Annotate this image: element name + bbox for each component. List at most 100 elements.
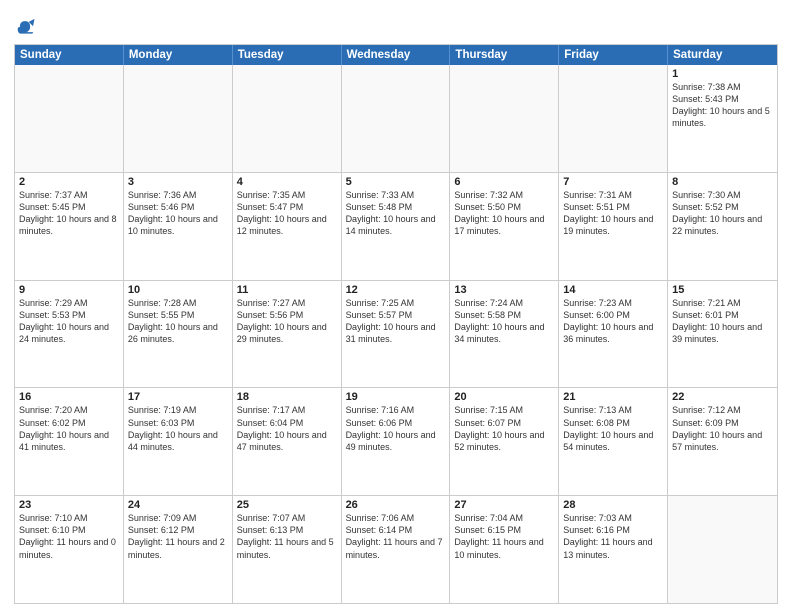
day-info: Sunrise: 7:15 AM Sunset: 6:07 PM Dayligh… xyxy=(454,404,554,453)
day-info: Sunrise: 7:17 AM Sunset: 6:04 PM Dayligh… xyxy=(237,404,337,453)
day-info: Sunrise: 7:03 AM Sunset: 6:16 PM Dayligh… xyxy=(563,512,663,561)
calendar-cell: 27Sunrise: 7:04 AM Sunset: 6:15 PM Dayli… xyxy=(450,496,559,603)
calendar-cell: 20Sunrise: 7:15 AM Sunset: 6:07 PM Dayli… xyxy=(450,388,559,495)
day-number: 23 xyxy=(19,499,119,511)
day-number: 7 xyxy=(563,176,663,188)
calendar-row: 2Sunrise: 7:37 AM Sunset: 5:45 PM Daylig… xyxy=(15,172,777,280)
calendar: SundayMondayTuesdayWednesdayThursdayFrid… xyxy=(14,44,778,604)
calendar-cell xyxy=(559,65,668,172)
calendar-row: 16Sunrise: 7:20 AM Sunset: 6:02 PM Dayli… xyxy=(15,387,777,495)
calendar-cell: 1Sunrise: 7:38 AM Sunset: 5:43 PM Daylig… xyxy=(668,65,777,172)
calendar-cell: 3Sunrise: 7:36 AM Sunset: 5:46 PM Daylig… xyxy=(124,173,233,280)
day-number: 5 xyxy=(346,176,446,188)
calendar-cell: 6Sunrise: 7:32 AM Sunset: 5:50 PM Daylig… xyxy=(450,173,559,280)
day-info: Sunrise: 7:06 AM Sunset: 6:14 PM Dayligh… xyxy=(346,512,446,561)
logo-icon xyxy=(14,16,36,38)
calendar-cell xyxy=(15,65,124,172)
calendar-cell: 21Sunrise: 7:13 AM Sunset: 6:08 PM Dayli… xyxy=(559,388,668,495)
day-number: 27 xyxy=(454,499,554,511)
calendar-cell: 18Sunrise: 7:17 AM Sunset: 6:04 PM Dayli… xyxy=(233,388,342,495)
calendar-cell: 7Sunrise: 7:31 AM Sunset: 5:51 PM Daylig… xyxy=(559,173,668,280)
weekday-header: Wednesday xyxy=(342,45,451,65)
calendar-cell xyxy=(450,65,559,172)
day-info: Sunrise: 7:12 AM Sunset: 6:09 PM Dayligh… xyxy=(672,404,773,453)
day-number: 21 xyxy=(563,391,663,403)
calendar-cell: 24Sunrise: 7:09 AM Sunset: 6:12 PM Dayli… xyxy=(124,496,233,603)
day-number: 14 xyxy=(563,284,663,296)
day-number: 1 xyxy=(672,68,773,80)
day-number: 12 xyxy=(346,284,446,296)
calendar-cell: 26Sunrise: 7:06 AM Sunset: 6:14 PM Dayli… xyxy=(342,496,451,603)
day-info: Sunrise: 7:21 AM Sunset: 6:01 PM Dayligh… xyxy=(672,297,773,346)
day-info: Sunrise: 7:29 AM Sunset: 5:53 PM Dayligh… xyxy=(19,297,119,346)
day-info: Sunrise: 7:28 AM Sunset: 5:55 PM Dayligh… xyxy=(128,297,228,346)
calendar-header: SundayMondayTuesdayWednesdayThursdayFrid… xyxy=(15,45,777,65)
day-info: Sunrise: 7:24 AM Sunset: 5:58 PM Dayligh… xyxy=(454,297,554,346)
logo xyxy=(14,16,39,38)
day-number: 6 xyxy=(454,176,554,188)
weekday-header: Tuesday xyxy=(233,45,342,65)
day-number: 15 xyxy=(672,284,773,296)
day-number: 13 xyxy=(454,284,554,296)
calendar-cell: 8Sunrise: 7:30 AM Sunset: 5:52 PM Daylig… xyxy=(668,173,777,280)
day-number: 17 xyxy=(128,391,228,403)
calendar-row: 1Sunrise: 7:38 AM Sunset: 5:43 PM Daylig… xyxy=(15,65,777,172)
day-info: Sunrise: 7:32 AM Sunset: 5:50 PM Dayligh… xyxy=(454,189,554,238)
day-number: 25 xyxy=(237,499,337,511)
day-info: Sunrise: 7:16 AM Sunset: 6:06 PM Dayligh… xyxy=(346,404,446,453)
day-info: Sunrise: 7:19 AM Sunset: 6:03 PM Dayligh… xyxy=(128,404,228,453)
weekday-header: Saturday xyxy=(668,45,777,65)
weekday-header: Monday xyxy=(124,45,233,65)
day-info: Sunrise: 7:30 AM Sunset: 5:52 PM Dayligh… xyxy=(672,189,773,238)
weekday-header: Sunday xyxy=(15,45,124,65)
day-info: Sunrise: 7:09 AM Sunset: 6:12 PM Dayligh… xyxy=(128,512,228,561)
calendar-cell: 28Sunrise: 7:03 AM Sunset: 6:16 PM Dayli… xyxy=(559,496,668,603)
day-number: 28 xyxy=(563,499,663,511)
day-info: Sunrise: 7:25 AM Sunset: 5:57 PM Dayligh… xyxy=(346,297,446,346)
day-number: 11 xyxy=(237,284,337,296)
day-info: Sunrise: 7:07 AM Sunset: 6:13 PM Dayligh… xyxy=(237,512,337,561)
day-info: Sunrise: 7:33 AM Sunset: 5:48 PM Dayligh… xyxy=(346,189,446,238)
day-info: Sunrise: 7:13 AM Sunset: 6:08 PM Dayligh… xyxy=(563,404,663,453)
day-info: Sunrise: 7:38 AM Sunset: 5:43 PM Dayligh… xyxy=(672,81,773,130)
calendar-cell: 16Sunrise: 7:20 AM Sunset: 6:02 PM Dayli… xyxy=(15,388,124,495)
calendar-cell xyxy=(342,65,451,172)
day-number: 24 xyxy=(128,499,228,511)
day-info: Sunrise: 7:36 AM Sunset: 5:46 PM Dayligh… xyxy=(128,189,228,238)
calendar-cell: 5Sunrise: 7:33 AM Sunset: 5:48 PM Daylig… xyxy=(342,173,451,280)
day-number: 19 xyxy=(346,391,446,403)
day-info: Sunrise: 7:04 AM Sunset: 6:15 PM Dayligh… xyxy=(454,512,554,561)
calendar-cell: 9Sunrise: 7:29 AM Sunset: 5:53 PM Daylig… xyxy=(15,281,124,388)
day-number: 22 xyxy=(672,391,773,403)
day-number: 3 xyxy=(128,176,228,188)
calendar-cell: 25Sunrise: 7:07 AM Sunset: 6:13 PM Dayli… xyxy=(233,496,342,603)
header xyxy=(14,12,778,38)
day-info: Sunrise: 7:20 AM Sunset: 6:02 PM Dayligh… xyxy=(19,404,119,453)
calendar-cell: 13Sunrise: 7:24 AM Sunset: 5:58 PM Dayli… xyxy=(450,281,559,388)
weekday-header: Thursday xyxy=(450,45,559,65)
calendar-cell xyxy=(124,65,233,172)
day-number: 9 xyxy=(19,284,119,296)
calendar-cell: 10Sunrise: 7:28 AM Sunset: 5:55 PM Dayli… xyxy=(124,281,233,388)
day-info: Sunrise: 7:27 AM Sunset: 5:56 PM Dayligh… xyxy=(237,297,337,346)
calendar-cell: 11Sunrise: 7:27 AM Sunset: 5:56 PM Dayli… xyxy=(233,281,342,388)
calendar-cell: 15Sunrise: 7:21 AM Sunset: 6:01 PM Dayli… xyxy=(668,281,777,388)
calendar-cell: 17Sunrise: 7:19 AM Sunset: 6:03 PM Dayli… xyxy=(124,388,233,495)
day-number: 16 xyxy=(19,391,119,403)
calendar-body: 1Sunrise: 7:38 AM Sunset: 5:43 PM Daylig… xyxy=(15,65,777,603)
day-number: 20 xyxy=(454,391,554,403)
day-info: Sunrise: 7:35 AM Sunset: 5:47 PM Dayligh… xyxy=(237,189,337,238)
calendar-cell: 19Sunrise: 7:16 AM Sunset: 6:06 PM Dayli… xyxy=(342,388,451,495)
day-number: 26 xyxy=(346,499,446,511)
calendar-cell: 14Sunrise: 7:23 AM Sunset: 6:00 PM Dayli… xyxy=(559,281,668,388)
day-number: 18 xyxy=(237,391,337,403)
calendar-cell: 12Sunrise: 7:25 AM Sunset: 5:57 PM Dayli… xyxy=(342,281,451,388)
day-info: Sunrise: 7:37 AM Sunset: 5:45 PM Dayligh… xyxy=(19,189,119,238)
day-number: 10 xyxy=(128,284,228,296)
calendar-cell xyxy=(233,65,342,172)
page: SundayMondayTuesdayWednesdayThursdayFrid… xyxy=(0,0,792,612)
calendar-row: 9Sunrise: 7:29 AM Sunset: 5:53 PM Daylig… xyxy=(15,280,777,388)
calendar-cell: 23Sunrise: 7:10 AM Sunset: 6:10 PM Dayli… xyxy=(15,496,124,603)
day-number: 4 xyxy=(237,176,337,188)
calendar-cell: 4Sunrise: 7:35 AM Sunset: 5:47 PM Daylig… xyxy=(233,173,342,280)
